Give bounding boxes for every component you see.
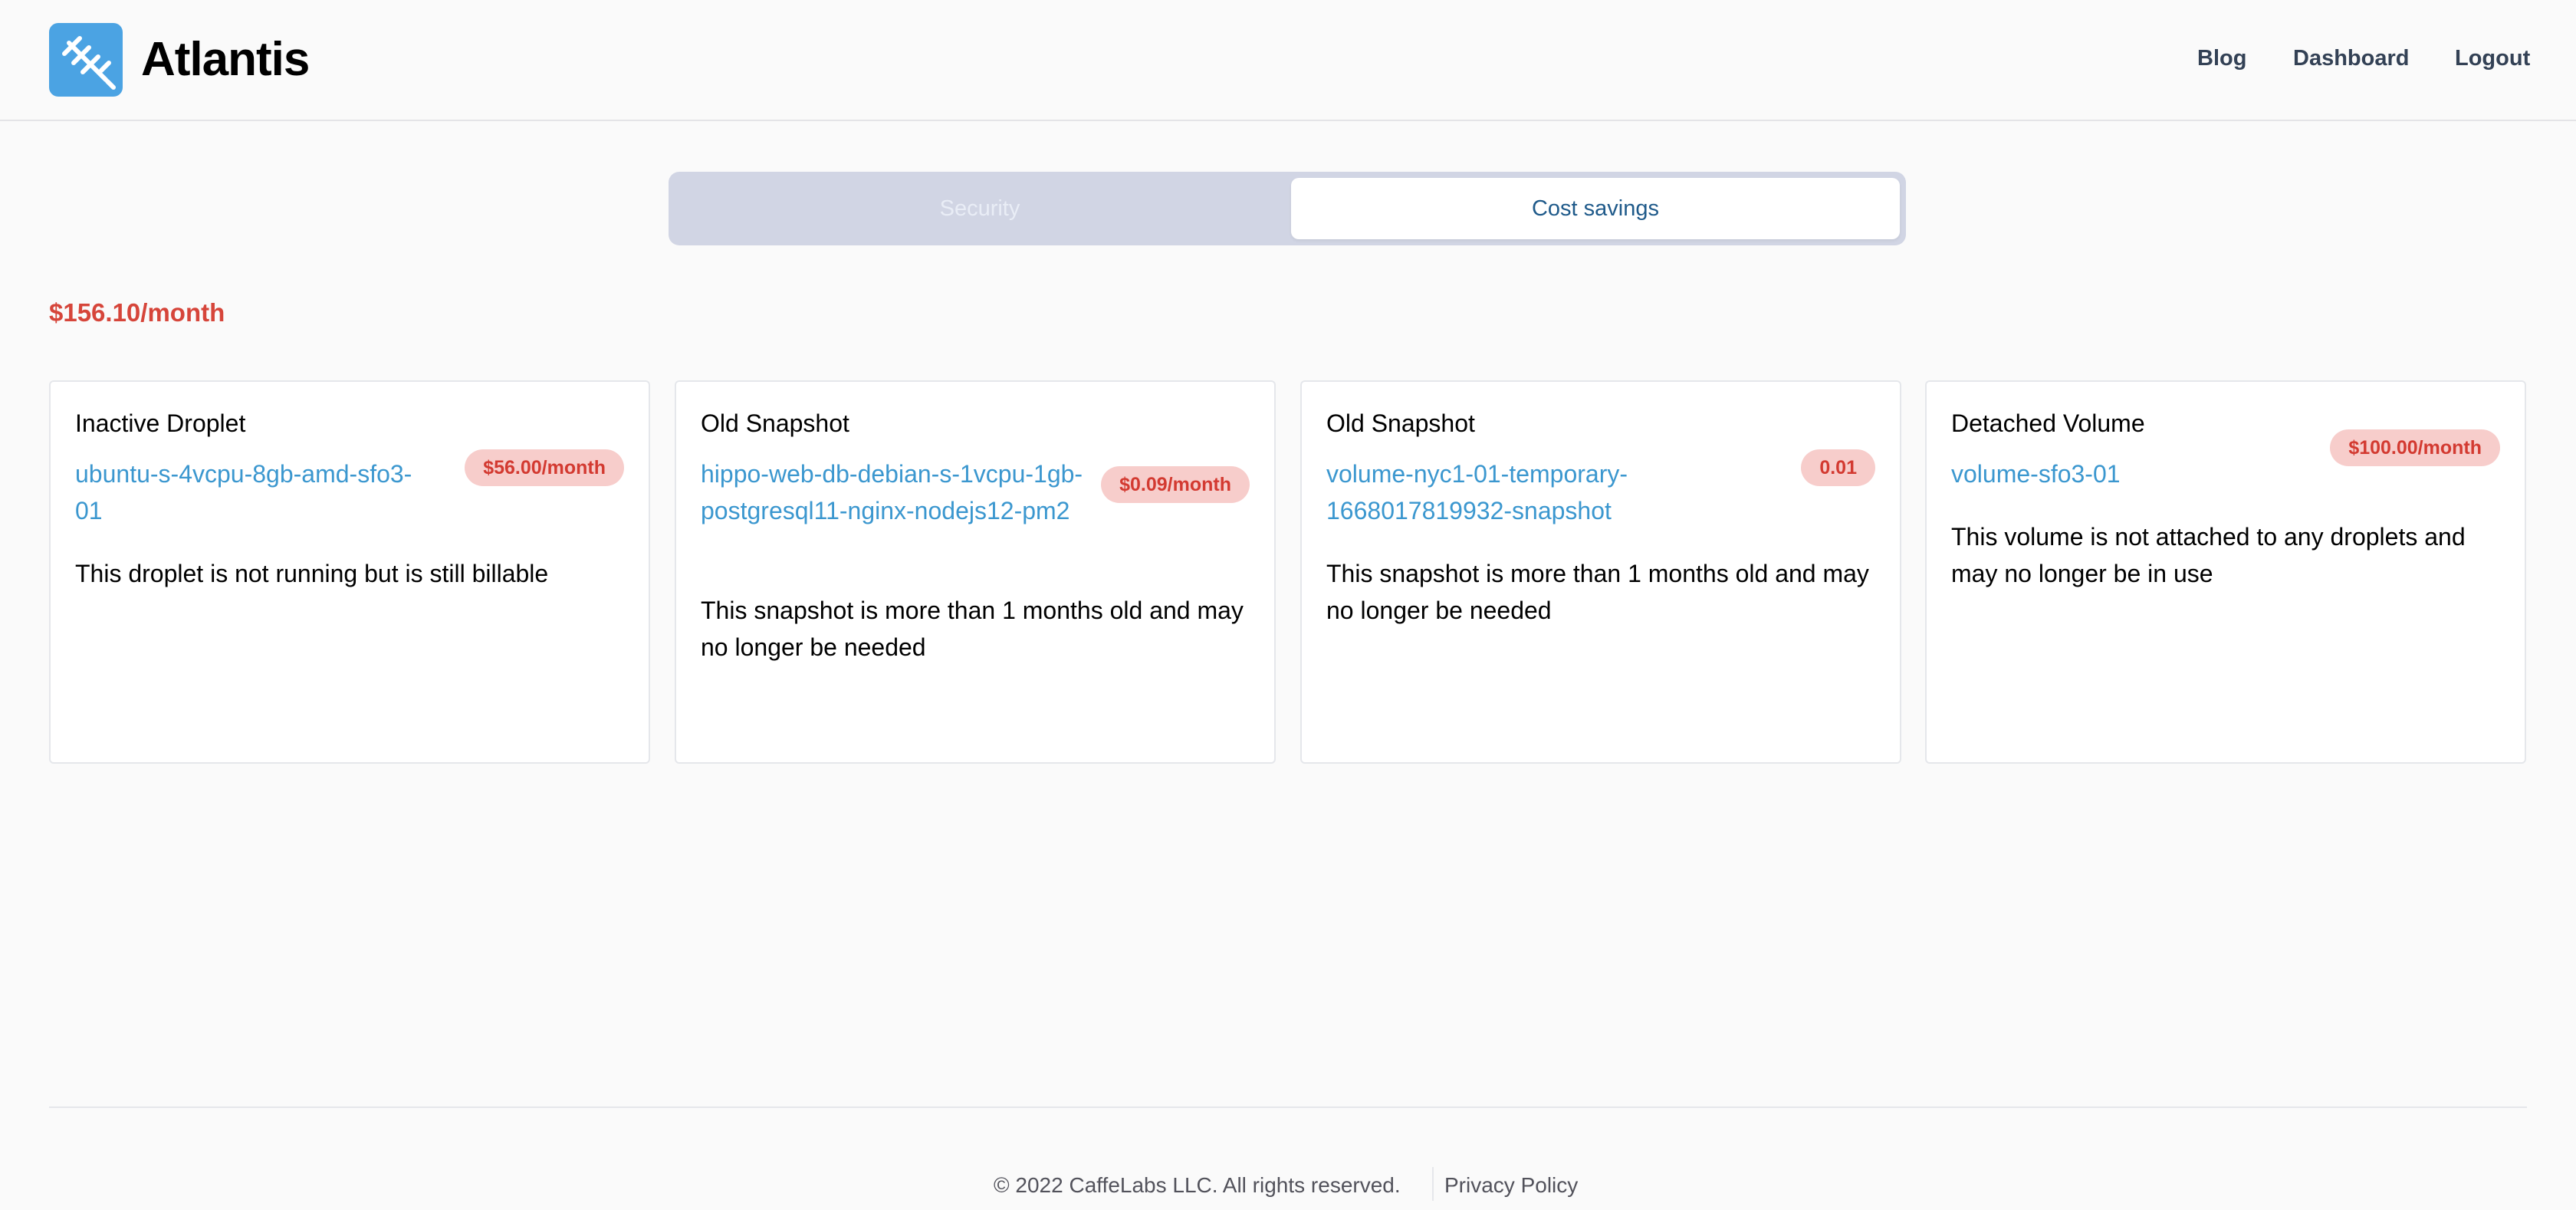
resource-link[interactable]: hippo-web-db-debian-s-1vcpu-1gb-postgres…: [701, 455, 1099, 529]
card-description: This snapshot is more than 1 months old …: [701, 597, 1244, 661]
savings-card: Inactive Droplet ubuntu-s-4vcpu-8gb-amd-…: [49, 380, 650, 764]
card-title: Inactive Droplet: [75, 409, 246, 437]
copyright-text: © 2022 CaffeLabs LLC. All rights reserve…: [994, 1173, 1401, 1197]
privacy-policy-link[interactable]: Privacy Policy: [1444, 1170, 1578, 1201]
card-description: This droplet is not running but is still…: [75, 560, 549, 587]
card-description: This snapshot is more than 1 months old …: [1326, 560, 1869, 624]
top-header: Atlantis Blog Dashboard Logout: [0, 0, 2576, 121]
tab-security[interactable]: Security: [675, 178, 1285, 239]
logo[interactable]: [49, 23, 123, 97]
savings-card: Old Snapshot volume-nyc1-01-temporary-16…: [1300, 380, 1901, 764]
total-savings: $156.10/month: [49, 298, 225, 327]
view-tabs: Security Cost savings: [669, 172, 1906, 245]
card-title: Detached Volume: [1951, 409, 2145, 437]
card-title: Old Snapshot: [701, 409, 849, 437]
tab-cost-savings[interactable]: Cost savings: [1291, 178, 1900, 239]
resource-link[interactable]: ubuntu-s-4vcpu-8gb-amd-sfo3-01: [75, 455, 412, 529]
footer-divider: [49, 1106, 2527, 1108]
brand-name[interactable]: Atlantis: [141, 29, 310, 90]
savings-card: Detached Volume volume-sfo3-01 $100.00/m…: [1925, 380, 2526, 764]
card-description: This volume is not attached to any dropl…: [1951, 523, 2466, 587]
cost-badge: $56.00/month: [465, 449, 624, 486]
footer-separator: [1432, 1167, 1434, 1201]
savings-card: Old Snapshot hippo-web-db-debian-s-1vcpu…: [675, 380, 1276, 764]
nav-logout[interactable]: Logout: [2455, 43, 2530, 74]
cost-badge: $100.00/month: [2330, 429, 2500, 466]
cost-badge: $0.09/month: [1101, 466, 1250, 503]
nav-dashboard[interactable]: Dashboard: [2293, 43, 2409, 74]
resource-link[interactable]: volume-sfo3-01: [1951, 455, 2181, 492]
cost-badge: 0.01: [1801, 449, 1875, 486]
nav-blog[interactable]: Blog: [2197, 43, 2246, 74]
card-title: Old Snapshot: [1326, 409, 1475, 437]
resource-link[interactable]: volume-nyc1-01-temporary-1668017819932-s…: [1326, 455, 1756, 529]
